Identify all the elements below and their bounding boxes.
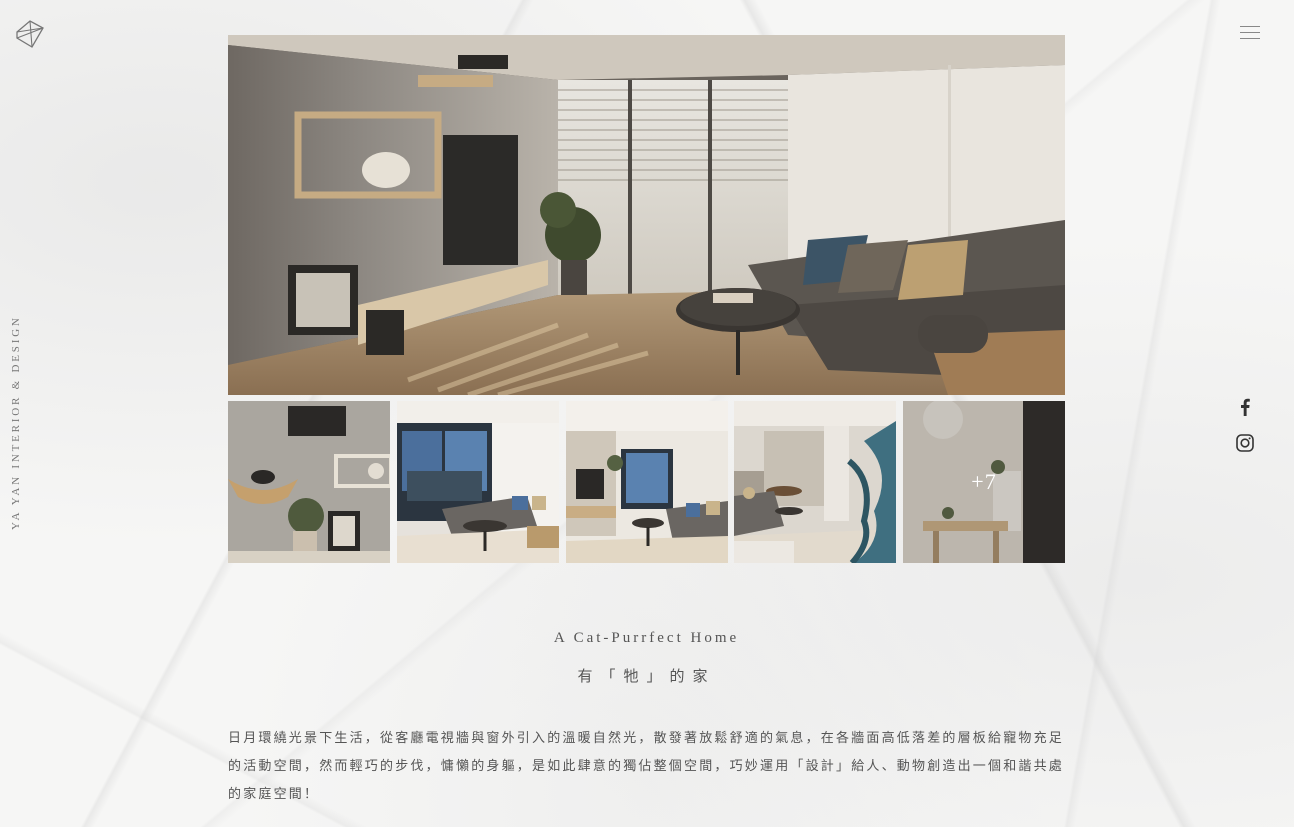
- project-title-en: A Cat-Purrfect Home: [553, 630, 740, 646]
- menu-line: [1240, 32, 1260, 33]
- menu-line: [1240, 26, 1260, 27]
- instagram-icon[interactable]: [1236, 434, 1254, 452]
- project-gallery: +7: [228, 35, 1065, 563]
- facebook-icon[interactable]: [1236, 398, 1254, 416]
- thumbnail-row: +7: [228, 401, 1065, 563]
- hamburger-menu-icon[interactable]: [1240, 24, 1260, 42]
- social-links: [1236, 398, 1254, 470]
- thumbnail-dining-table[interactable]: +7: [903, 401, 1065, 563]
- menu-line: [1240, 38, 1260, 39]
- main-photo[interactable]: [228, 35, 1065, 395]
- project-title-zh: 有「牠」的家: [577, 667, 716, 685]
- brand-vertical-text: YA YAN INTERIOR & DESIGN: [10, 315, 22, 530]
- thumbnail-cat-shelf[interactable]: [228, 401, 390, 563]
- more-photos-label[interactable]: +7: [903, 401, 1065, 563]
- thumbnail-window-sofa[interactable]: [396, 401, 559, 563]
- thumbnail-dining-area[interactable]: [734, 401, 897, 563]
- diamond-logo-icon[interactable]: [14, 18, 46, 50]
- project-description: 日月環繞光景下生活，從客廳電視牆與窗外引入的溫暖自然光，散發著放鬆舒適的氣息，在…: [228, 731, 1065, 802]
- thumbnail-tv-wall-sofa[interactable]: [565, 401, 728, 563]
